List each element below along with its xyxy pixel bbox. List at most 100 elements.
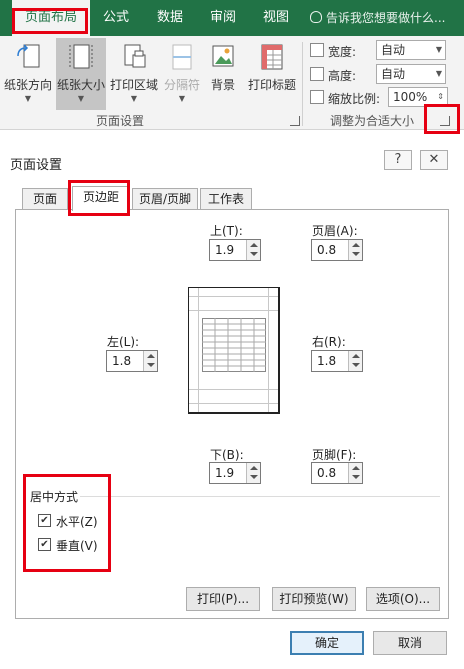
spin-buttons[interactable] bbox=[348, 463, 362, 483]
width-value: 自动 bbox=[381, 43, 406, 57]
left-margin-label: 左(L): bbox=[107, 335, 140, 349]
header-margin-spinner[interactable]: 0.8 bbox=[311, 239, 363, 261]
top-margin-value: 1.9 bbox=[215, 243, 235, 257]
scale-to-fit-group-label: 调整为合适大小 bbox=[330, 114, 415, 128]
horizontal-checkbox[interactable]: ✔ 水平(Z) bbox=[38, 512, 118, 530]
spin-buttons[interactable] bbox=[348, 240, 362, 260]
height-row: 高度: 自动 ▼ bbox=[310, 64, 450, 86]
bottom-margin-label: 下(B): bbox=[210, 448, 244, 462]
tab-review[interactable]: 审阅 bbox=[203, 0, 243, 36]
tab-margins[interactable]: 页边距 bbox=[72, 186, 130, 211]
left-guide-line bbox=[198, 288, 199, 412]
header-margin-label: 页眉(A): bbox=[312, 224, 358, 238]
tab-data[interactable]: 数据 bbox=[150, 0, 190, 36]
page-setup-launcher-icon[interactable] bbox=[290, 116, 300, 126]
up-arrow-icon bbox=[147, 354, 155, 358]
horizontal-label: 水平(Z) bbox=[56, 515, 98, 529]
left-margin-spinner[interactable]: 1.8 bbox=[106, 350, 158, 372]
height-label: 高度: bbox=[328, 69, 357, 83]
margins-panel bbox=[15, 209, 449, 619]
vertical-checkbox[interactable]: ✔ 垂直(V) bbox=[38, 536, 118, 554]
down-arrow-icon bbox=[250, 475, 258, 479]
scale-input[interactable]: 100% ⇕ bbox=[388, 87, 448, 107]
ok-button[interactable]: 确定 bbox=[290, 631, 364, 655]
paper-size-label: 纸张大小 bbox=[56, 78, 105, 92]
cancel-button[interactable]: 取消 bbox=[373, 631, 447, 655]
breaks-icon bbox=[172, 44, 192, 70]
breaks-button[interactable]: 分隔符 ▼ bbox=[161, 38, 203, 110]
breaks-label: 分隔符 bbox=[163, 78, 200, 92]
down-arrow-icon bbox=[250, 252, 258, 256]
group-divider bbox=[80, 496, 440, 497]
bottom-margin-spinner[interactable]: 1.9 bbox=[209, 462, 261, 484]
background-button[interactable]: 背景 bbox=[205, 38, 241, 110]
scale-icon bbox=[310, 90, 324, 104]
footer-margin-label: 页脚(F): bbox=[312, 448, 357, 462]
help-button[interactable]: ? bbox=[384, 150, 412, 170]
header-guide-line bbox=[189, 296, 278, 297]
print-area-button[interactable]: 打印区域 ▼ bbox=[108, 38, 160, 110]
ribbon-tab-bar: 页面布局 公式 数据 审阅 视图 告诉我您想要做什么... bbox=[0, 0, 464, 36]
up-arrow-icon bbox=[352, 466, 360, 470]
top-margin-spinner[interactable]: 1.9 bbox=[209, 239, 261, 261]
page-preview bbox=[188, 287, 280, 414]
print-area-label: 打印区域 bbox=[109, 78, 158, 92]
tab-sheet[interactable]: 工作表 bbox=[200, 188, 252, 210]
header-margin-value: 0.8 bbox=[317, 243, 337, 257]
bottom-margin-value: 1.9 bbox=[215, 466, 235, 480]
top-guide-line bbox=[189, 310, 278, 311]
spin-icon: ⇕ bbox=[437, 92, 444, 101]
group-separator bbox=[302, 42, 303, 126]
options-button[interactable]: 选项(O)... bbox=[366, 587, 440, 611]
height-select[interactable]: 自动 ▼ bbox=[376, 64, 446, 84]
tell-me-search[interactable]: 告诉我您想要做什么... bbox=[310, 0, 445, 36]
spin-buttons[interactable] bbox=[246, 240, 260, 260]
width-select[interactable]: 自动 ▼ bbox=[376, 40, 446, 60]
vertical-label: 垂直(V) bbox=[56, 539, 98, 553]
up-arrow-icon bbox=[250, 466, 258, 470]
print-area-icon bbox=[124, 44, 146, 68]
paper-size-button[interactable]: 纸张大小 ▼ bbox=[56, 38, 106, 110]
print-titles-icon bbox=[261, 44, 283, 70]
scale-to-fit-launcher-icon[interactable] bbox=[440, 116, 450, 126]
spin-buttons[interactable] bbox=[246, 463, 260, 483]
orientation-button[interactable]: 纸张方向 ▼ bbox=[2, 38, 54, 110]
right-margin-label: 右(R): bbox=[312, 335, 346, 349]
down-arrow-icon bbox=[352, 252, 360, 256]
chevron-down-icon: ▼ bbox=[130, 94, 138, 103]
print-preview-button[interactable]: 打印预览(W) bbox=[272, 587, 356, 611]
tab-formulas[interactable]: 公式 bbox=[96, 0, 136, 36]
chevron-down-icon: ▼ bbox=[24, 94, 32, 103]
paper-size-icon bbox=[69, 44, 93, 69]
print-button[interactable]: 打印(P)... bbox=[186, 587, 260, 611]
spin-buttons[interactable] bbox=[143, 351, 157, 371]
scale-row: 缩放比例: 100% ⇕ bbox=[310, 87, 450, 109]
down-arrow-icon bbox=[147, 363, 155, 367]
print-titles-label: 打印标题 bbox=[247, 78, 296, 92]
print-titles-button[interactable]: 打印标题 bbox=[244, 38, 300, 110]
width-label: 宽度: bbox=[328, 45, 357, 59]
tab-view[interactable]: 视图 bbox=[256, 0, 296, 36]
orientation-label: 纸张方向 bbox=[3, 78, 52, 92]
bottom-guide-line bbox=[189, 389, 278, 390]
footer-margin-value: 0.8 bbox=[317, 466, 337, 480]
chevron-down-icon: ▼ bbox=[77, 94, 85, 103]
width-row: 宽度: 自动 ▼ bbox=[310, 40, 450, 62]
dialog-title: 页面设置 bbox=[10, 158, 63, 173]
tab-page[interactable]: 页面 bbox=[22, 188, 68, 210]
chevron-down-icon: ▼ bbox=[435, 69, 442, 78]
down-arrow-icon bbox=[352, 363, 360, 367]
footer-margin-spinner[interactable]: 0.8 bbox=[311, 462, 363, 484]
up-arrow-icon bbox=[352, 243, 360, 247]
background-icon bbox=[212, 45, 234, 67]
page-setup-group-label: 页面设置 bbox=[96, 114, 145, 128]
right-margin-spinner[interactable]: 1.8 bbox=[311, 350, 363, 372]
tell-me-text: 告诉我您想要做什么... bbox=[326, 11, 446, 25]
ribbon-body: 纸张方向 ▼ 纸张大小 ▼ 打印区域 ▼ 分隔符 ▼ 背景 打印标题 页面设置 … bbox=[0, 36, 464, 130]
close-button[interactable]: ✕ bbox=[420, 150, 448, 170]
preview-table-grid bbox=[202, 318, 266, 372]
tab-header-footer[interactable]: 页眉/页脚 bbox=[132, 188, 198, 210]
tab-page-layout[interactable]: 页面布局 bbox=[12, 0, 90, 36]
spin-buttons[interactable] bbox=[348, 351, 362, 371]
width-icon bbox=[310, 43, 324, 57]
